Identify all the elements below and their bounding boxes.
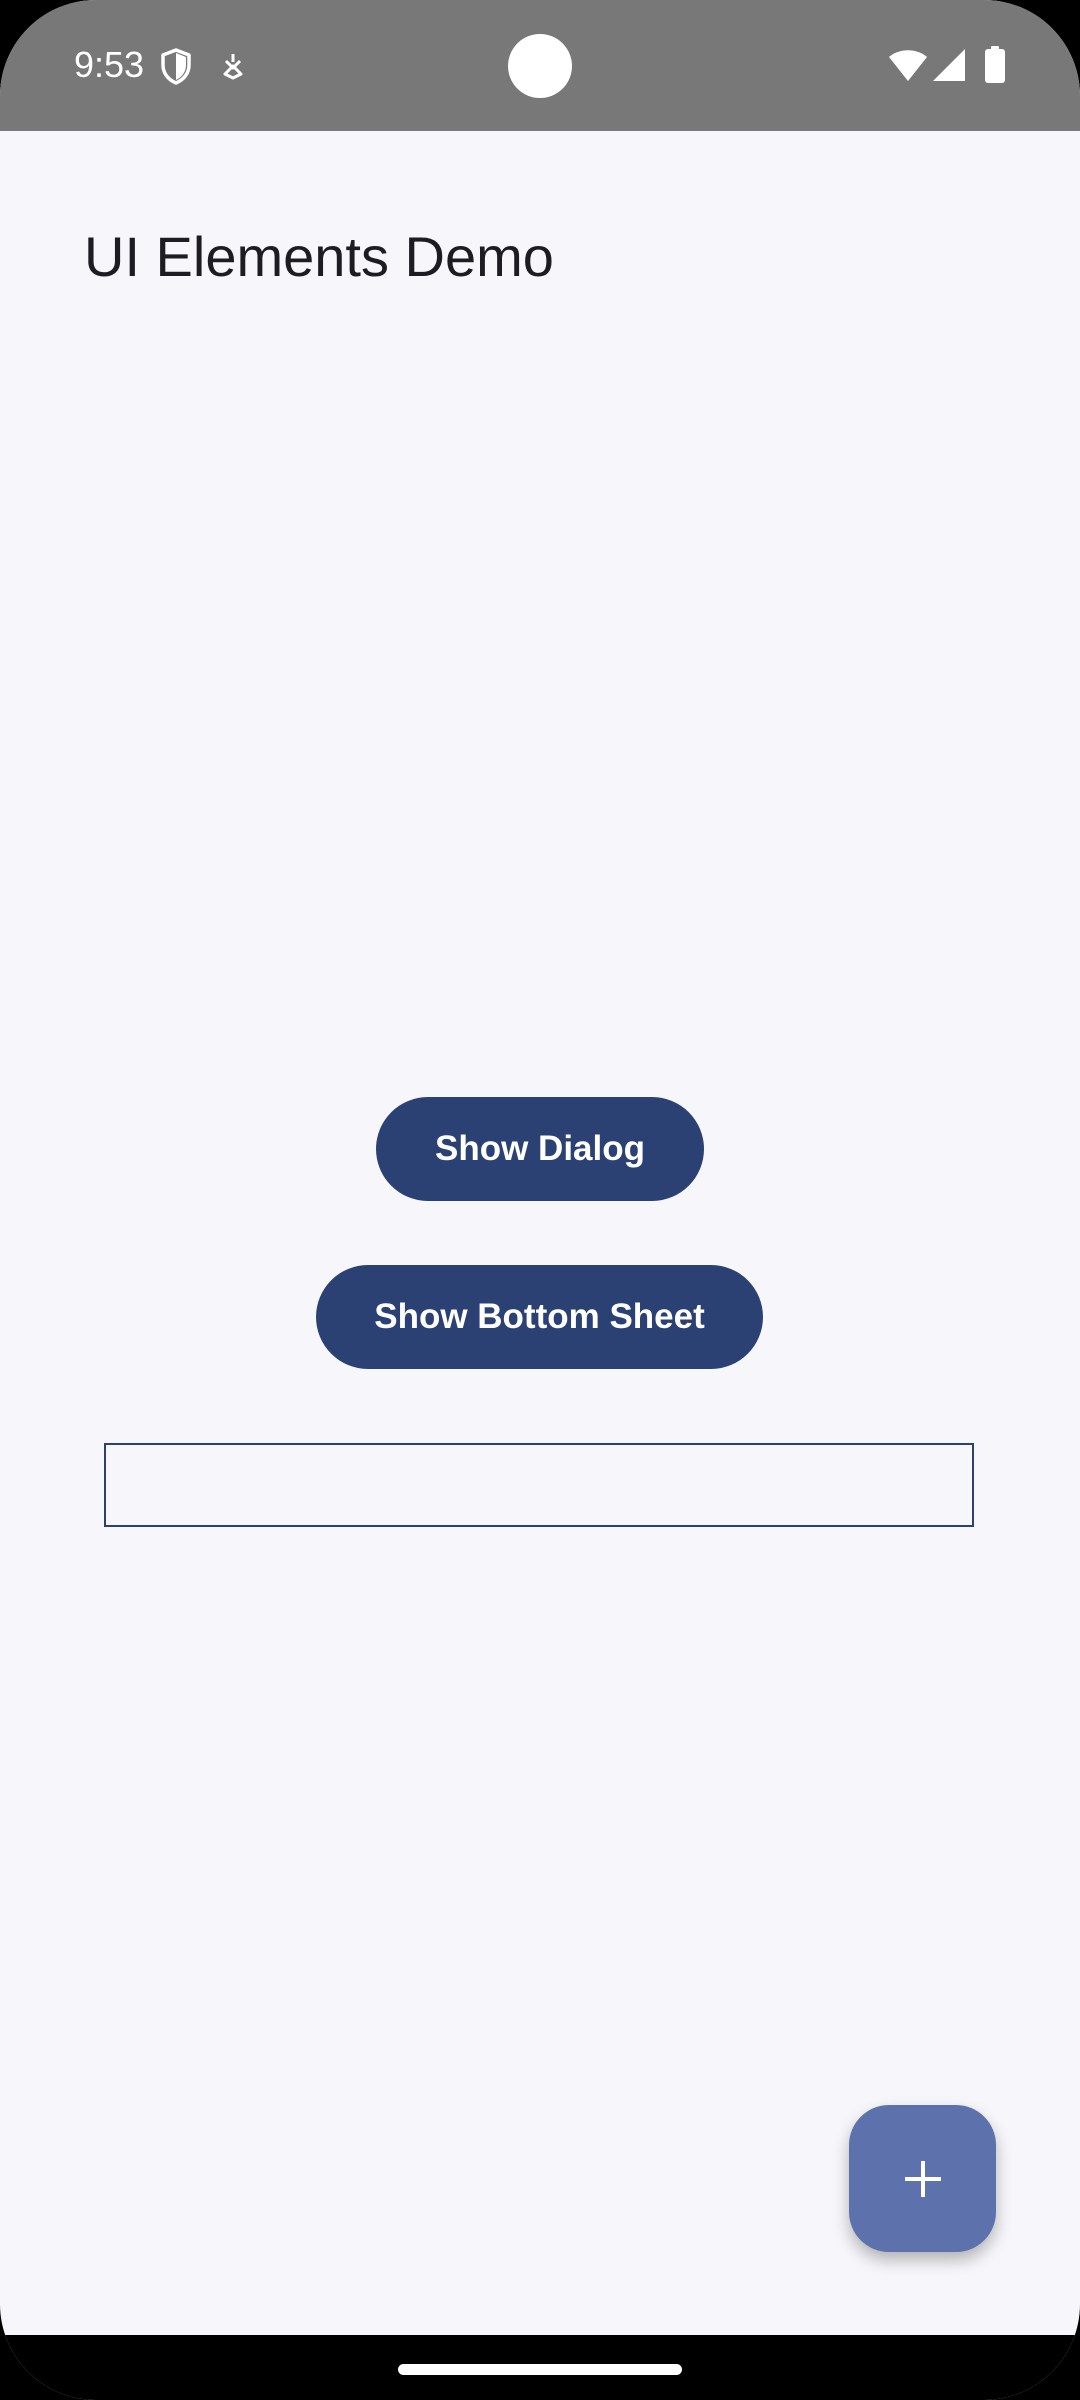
home-gesture-handle[interactable]	[398, 2364, 682, 2375]
add-fab-button[interactable]	[849, 2105, 996, 2252]
wifi-icon	[889, 50, 927, 81]
battery-icon	[985, 46, 1005, 83]
status-time: 9:53	[74, 44, 145, 85]
shield-icon	[161, 48, 191, 85]
plus-icon	[904, 2160, 941, 2197]
download-icon	[223, 54, 243, 80]
signal-icon	[933, 49, 965, 81]
show-dialog-label: Show Dialog	[435, 1129, 645, 1168]
show-bottom-sheet-label: Show Bottom Sheet	[374, 1297, 705, 1336]
show-dialog-button[interactable]: Show Dialog	[376, 1097, 704, 1201]
status-bar: 9:53	[0, 0, 1080, 131]
page-title: UI Elements Demo	[84, 225, 554, 288]
show-bottom-sheet-button[interactable]: Show Bottom Sheet	[316, 1265, 763, 1369]
text-input-field[interactable]	[104, 1443, 974, 1527]
camera-cutout	[508, 34, 572, 98]
phone-screen: 9:53 UI Elements Demo Show Dialog Show B…	[0, 0, 1080, 2400]
